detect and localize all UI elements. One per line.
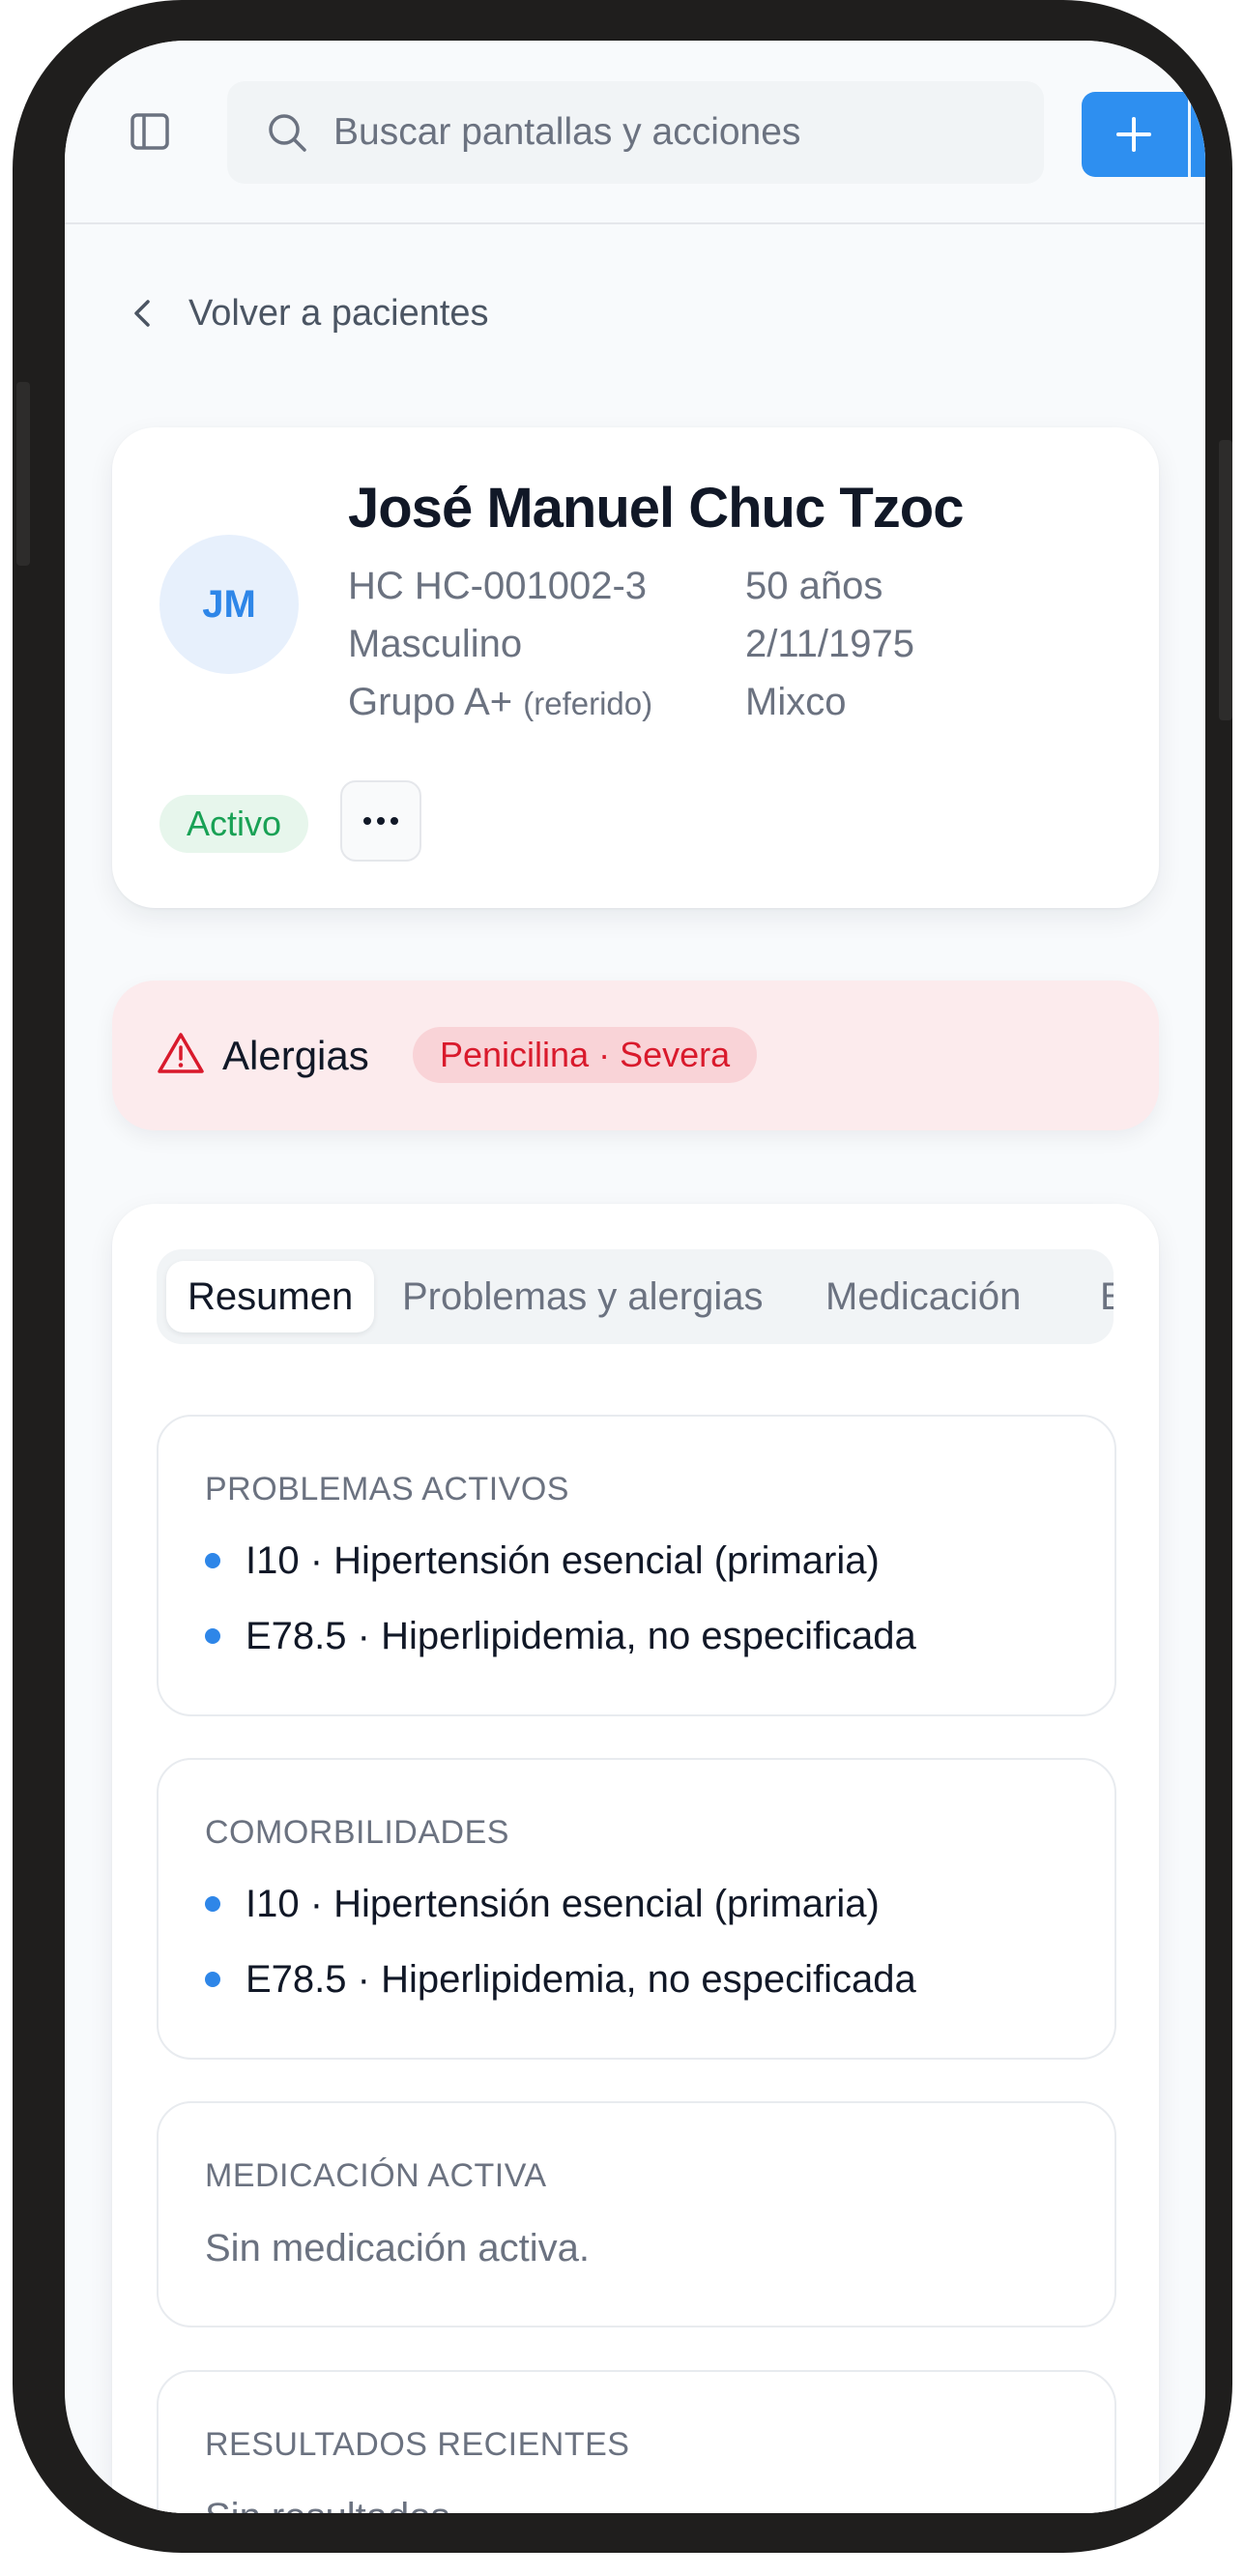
blood-group-value: Grupo A+ bbox=[348, 681, 513, 723]
list-item: I10 · Hipertensión esencial (primaria) bbox=[205, 1880, 880, 1928]
plus-icon bbox=[1116, 117, 1151, 152]
more-horizontal-icon bbox=[363, 817, 398, 825]
top-bar bbox=[65, 41, 1205, 224]
patient-municipality: Mixco bbox=[745, 681, 847, 723]
search-bar[interactable] bbox=[227, 81, 1044, 184]
tab-problemas-y-alergias[interactable]: Problemas y alergias bbox=[402, 1261, 764, 1332]
status-badge: Activo bbox=[159, 795, 309, 853]
patient-name: José Manuel Chuc Tzoc bbox=[348, 477, 964, 540]
phone-side-button bbox=[16, 382, 30, 566]
back-to-patients-link[interactable]: Volver a pacientes bbox=[129, 284, 489, 342]
comorbidity-text: I10 · Hipertensión esencial (primaria) bbox=[246, 1882, 880, 1925]
tab-medicacion[interactable]: Medicación bbox=[825, 1261, 1021, 1332]
back-link-label: Volver a pacientes bbox=[188, 292, 489, 334]
patient-birthdate: 2/11/1975 bbox=[745, 623, 914, 665]
tab-bar: Resumen Problemas y alergias Medicación … bbox=[157, 1249, 1114, 1344]
phone-frame: Volver a pacientes JM José Manuel Chuc T… bbox=[13, 0, 1232, 2553]
bullet-dot bbox=[205, 1628, 220, 1644]
search-input[interactable] bbox=[333, 81, 1010, 184]
more-actions-button[interactable] bbox=[340, 780, 421, 862]
active-problems-section: PROBLEMAS ACTIVOS I10 · Hipertensión ese… bbox=[157, 1415, 1116, 1716]
empty-state-text: Sin medicación activa. bbox=[205, 2227, 590, 2269]
list-item: E78.5 · Hiperlipidemia, no especificada bbox=[205, 1612, 916, 1660]
empty-state-text: Sin resultados bbox=[205, 2496, 449, 2513]
tab-overflow[interactable]: E bbox=[1100, 1261, 1114, 1332]
patient-age: 50 años bbox=[745, 565, 883, 607]
tab-resumen[interactable]: Resumen bbox=[166, 1261, 375, 1332]
split-button-divider bbox=[1188, 92, 1191, 177]
patient-blood-group: Grupo A+ (referido) bbox=[348, 681, 652, 724]
app-screen: Volver a pacientes JM José Manuel Chuc T… bbox=[65, 41, 1205, 2513]
sidebar-toggle-icon[interactable] bbox=[129, 110, 171, 153]
blood-group-note: (referido) bbox=[523, 686, 653, 721]
comorbidities-section: COMORBILIDADES I10 · Hipertensión esenci… bbox=[157, 1758, 1116, 2060]
recent-results-section: RESULTADOS RECIENTES Sin resultados bbox=[157, 2370, 1116, 2513]
section-title: MEDICACIÓN ACTIVA bbox=[205, 2157, 547, 2194]
warning-triangle-icon bbox=[158, 1033, 204, 1073]
add-button[interactable] bbox=[1082, 92, 1205, 177]
allergy-alert-card: Alergias Penicilina · Severa bbox=[112, 981, 1159, 1130]
allergy-title: Alergias bbox=[222, 1033, 369, 1078]
bullet-dot bbox=[205, 1896, 220, 1912]
patient-header-card: JM José Manuel Chuc Tzoc HC HC-001002-3 … bbox=[112, 427, 1159, 908]
section-title: COMORBILIDADES bbox=[205, 1814, 509, 1851]
list-item: E78.5 · Hiperlipidemia, no especificada bbox=[205, 1955, 916, 2004]
active-medication-section: MEDICACIÓN ACTIVA Sin medicación activa. bbox=[157, 2101, 1116, 2327]
bullet-dot bbox=[205, 1553, 220, 1568]
patient-sex: Masculino bbox=[348, 623, 523, 665]
phone-power-button bbox=[1219, 440, 1232, 720]
avatar: JM bbox=[159, 535, 299, 674]
section-title: PROBLEMAS ACTIVOS bbox=[205, 1471, 569, 1508]
problem-text: E78.5 · Hiperlipidemia, no especificada bbox=[246, 1614, 916, 1657]
problem-text: I10 · Hipertensión esencial (primaria) bbox=[246, 1538, 880, 1582]
section-title: RESULTADOS RECIENTES bbox=[205, 2426, 630, 2463]
bullet-dot bbox=[205, 1972, 220, 1987]
comorbidity-text: E78.5 · Hiperlipidemia, no especificada bbox=[246, 1957, 916, 2001]
allergy-badge: Penicilina · Severa bbox=[413, 1027, 758, 1083]
list-item: I10 · Hipertensión esencial (primaria) bbox=[205, 1537, 880, 1585]
patient-details-card: Resumen Problemas y alergias Medicación … bbox=[112, 1204, 1159, 2513]
chevron-left-icon bbox=[134, 300, 150, 327]
search-icon bbox=[269, 114, 306, 152]
patient-record: HC HC-001002-3 bbox=[348, 565, 648, 607]
